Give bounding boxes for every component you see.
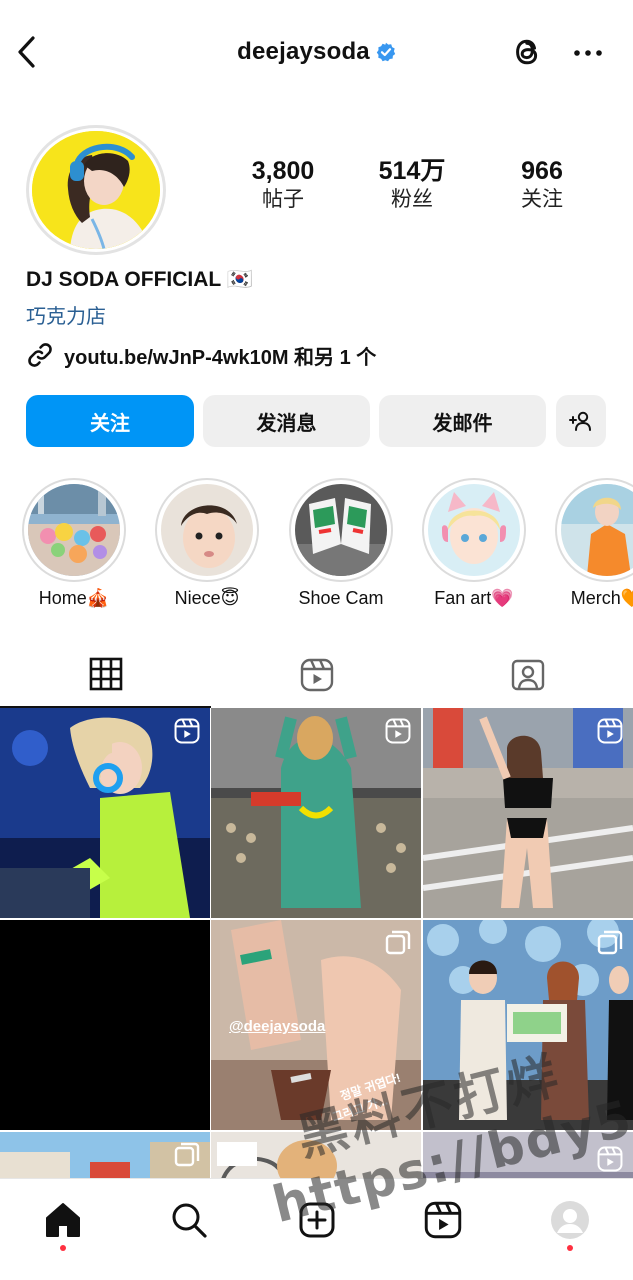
tagged-person-icon (511, 659, 544, 691)
carousel-badge-icon (174, 1142, 200, 1173)
highlight-shoe-cam[interactable]: Shoe Cam (289, 478, 393, 609)
highlight-merch[interactable]: Merch🧡 (555, 478, 633, 609)
highlight-thumbnail (295, 484, 387, 576)
grid-post[interactable] (211, 1132, 421, 1178)
highlight-label: Home🎪 (38, 588, 110, 608)
highlight-label: Fan art💗 (434, 588, 514, 608)
more-horizontal-icon (574, 50, 602, 56)
followers-label: 粉丝 (391, 188, 433, 211)
grid-post[interactable] (0, 708, 210, 918)
tab-tagged[interactable] (422, 642, 633, 708)
link-text: youtu.be/wJnP-4wk10M 和另 1 个 (64, 346, 377, 369)
following-stat[interactable]: 966 关注 (487, 156, 597, 214)
tab-reels[interactable] (211, 642, 422, 708)
reels-icon (300, 658, 333, 692)
grid-post[interactable] (423, 708, 633, 918)
username-text: deejaysoda (237, 38, 370, 65)
highlight-fan-art[interactable]: Fan art💗 (422, 478, 526, 609)
mention-text: @deejaysoda (229, 1018, 326, 1035)
highlight-thumbnail (28, 484, 120, 576)
highlight-label: Shoe Cam (298, 588, 384, 608)
grid-post[interactable] (423, 920, 633, 1130)
carousel-badge-icon (385, 930, 411, 961)
posts-label: 帖子 (262, 188, 304, 211)
email-button[interactable]: 发邮件 (379, 395, 546, 447)
tab-posts-grid[interactable] (0, 642, 211, 708)
more-options-button[interactable] (570, 38, 606, 68)
followers-count: 514万 (378, 157, 446, 185)
grid-post[interactable] (0, 1132, 210, 1178)
threads-button[interactable] (508, 33, 546, 71)
home-icon (46, 1203, 80, 1237)
grid-post[interactable] (0, 920, 210, 1130)
reels-icon (424, 1201, 462, 1239)
highlight-thumbnail (428, 484, 520, 576)
following-label: 关注 (521, 188, 563, 211)
nav-search[interactable] (166, 1197, 212, 1243)
profile-tabs (0, 642, 633, 708)
avatar-image (32, 131, 160, 249)
highlight-label: Merch🧡 (570, 588, 633, 608)
profile-header: deejaysoda (0, 0, 633, 104)
link-icon (26, 341, 54, 369)
suggested-users-button[interactable] (556, 395, 606, 447)
highlight-label: Niece😇 (174, 588, 240, 608)
nav-create[interactable] (294, 1197, 340, 1243)
bottom-navigation (0, 1178, 633, 1280)
nav-reels[interactable] (420, 1197, 466, 1243)
grid-post[interactable] (211, 708, 421, 918)
highlight-thumbnail (561, 484, 633, 576)
message-button[interactable]: 发消息 (203, 395, 370, 447)
display-name: DJ SODA OFFICIAL 🇰🇷 (26, 268, 253, 291)
following-count: 966 (521, 157, 563, 185)
highlight-home[interactable]: Home🎪 (22, 478, 126, 609)
category-label: 巧克力店 (26, 306, 106, 328)
reel-badge-icon (385, 718, 411, 749)
verified-badge-icon (376, 41, 396, 69)
posts-stat[interactable]: 3,800 帖子 (228, 156, 338, 214)
highlight-niece[interactable]: Niece😇 (155, 478, 259, 609)
grid-post[interactable]: @deejaysoda 정말 귀엽다! 그리고 가... (211, 920, 421, 1130)
grid-post[interactable] (423, 1132, 633, 1178)
search-icon (172, 1203, 207, 1238)
profile-avatar-icon (551, 1201, 589, 1239)
reel-badge-icon (597, 1146, 623, 1177)
add-post-icon (299, 1202, 335, 1238)
posts-count: 3,800 (251, 157, 315, 185)
reel-badge-icon (597, 718, 623, 749)
nav-home[interactable] (40, 1197, 86, 1243)
carousel-badge-icon (597, 930, 623, 961)
add-person-icon (569, 411, 591, 431)
bio-link[interactable]: youtu.be/wJnP-4wk10M 和另 1 个 (26, 340, 376, 370)
profile-avatar[interactable] (26, 125, 166, 255)
nav-profile[interactable] (547, 1197, 593, 1243)
threads-icon (516, 39, 538, 65)
posts-grid: @deejaysoda 정말 귀엽다! 그리고 가... (0, 708, 633, 1178)
followers-stat[interactable]: 514万 粉丝 (357, 156, 467, 214)
home-notification-dot (60, 1245, 66, 1251)
profile-notification-dot (567, 1245, 573, 1251)
reel-badge-icon (174, 718, 200, 749)
grid-icon (89, 657, 122, 691)
highlight-thumbnail (161, 484, 253, 576)
follow-button[interactable]: 关注 (26, 395, 194, 447)
